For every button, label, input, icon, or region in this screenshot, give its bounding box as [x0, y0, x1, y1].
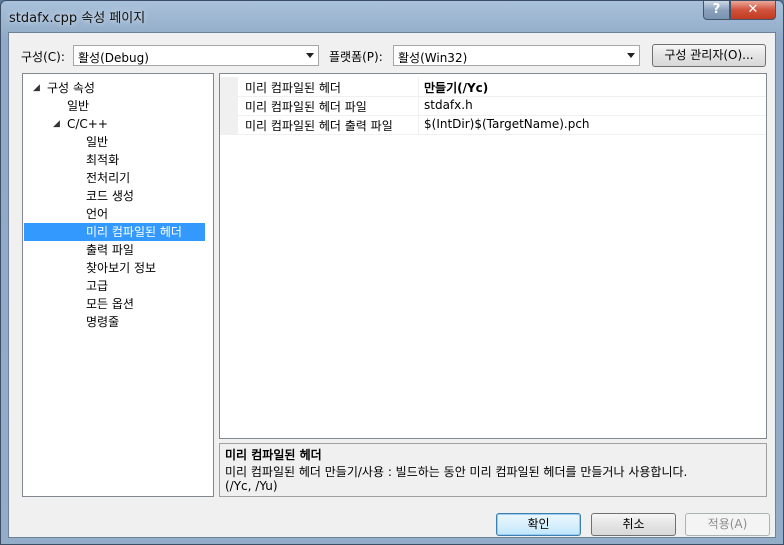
tree-item-optimization[interactable]: 최적화 [86, 151, 119, 169]
tree-item-advanced[interactable]: 고급 [86, 277, 108, 295]
column-divider [418, 77, 419, 96]
apply-button[interactable]: 적용(A) [685, 513, 770, 536]
configuration-label: 구성(C): [21, 50, 65, 64]
expand-arrow-icon[interactable]: ◢ [33, 79, 40, 97]
tree-item-precompiled-headers[interactable]: 미리 컴파일된 헤더 [24, 223, 205, 241]
chevron-down-icon [306, 53, 314, 58]
property-name: 미리 컴파일된 헤더 파일 [245, 100, 367, 114]
tree-item-language[interactable]: 언어 [86, 205, 108, 223]
row-margin [220, 96, 238, 115]
platform-value: 활성(Win32) [398, 51, 468, 65]
description-panel: 미리 컴파일된 헤더 미리 컴파일된 헤더 만들기/사용 : 빌드하는 동안 미… [219, 443, 767, 497]
tree-item-all-options[interactable]: 모든 옵션 [86, 295, 134, 313]
configuration-manager-button[interactable]: 구성 관리자(O)... [652, 44, 766, 67]
configuration-combo[interactable]: 활성(Debug) [73, 45, 319, 66]
property-value[interactable]: 만들기(/Yc) [424, 79, 488, 96]
expand-arrow-icon[interactable]: ◢ [53, 115, 60, 133]
tree-item-command-line[interactable]: 명령줄 [86, 313, 119, 331]
window-title: stdafx.cpp 속성 페이지 [9, 11, 146, 26]
property-tree: ◢ 구성 속성 일반 ◢ C/C++ 일반 최적화 전처리기 코드 생성 언어 … [22, 73, 214, 497]
property-name: 미리 컴파일된 헤더 출력 파일 [245, 119, 393, 133]
property-grid: 미리 컴파일된 헤더 만들기(/Yc) 미리 컴파일된 헤더 파일 stdafx… [219, 73, 767, 439]
configuration-value: 활성(Debug) [78, 51, 149, 65]
tree-item-preprocessor[interactable]: 전처리기 [86, 169, 130, 187]
platform-combo[interactable]: 활성(Win32) [393, 45, 640, 66]
tree-item-browse-information[interactable]: 찾아보기 정보 [86, 259, 156, 277]
help-button[interactable]: ? [703, 1, 730, 20]
description-title: 미리 컴파일된 헤더 [225, 448, 322, 462]
property-row-precompiled-header-file[interactable]: 미리 컴파일된 헤더 파일 stdafx.h [220, 96, 766, 116]
property-row-precompiled-header[interactable]: 미리 컴파일된 헤더 만들기(/Yc) [220, 77, 766, 97]
property-pages-window: stdafx.cpp 속성 페이지 ? ✕ 구성(C): 활성(Debug) 플… [0, 0, 784, 545]
property-value[interactable]: $(IntDir)$(TargetName).pch [424, 117, 590, 131]
dialog-client-area: 구성(C): 활성(Debug) 플랫폼(P): 활성(Win32) 구성 관리… [8, 32, 776, 538]
column-divider [418, 115, 419, 134]
tree-item-cpp-general[interactable]: 일반 [86, 133, 108, 151]
platform-label: 플랫폼(P): [329, 50, 383, 64]
tree-item-output-files[interactable]: 출력 파일 [86, 241, 134, 259]
tree-item-general[interactable]: 일반 [67, 97, 89, 115]
description-body: 미리 컴파일된 헤더 만들기/사용 : 빌드하는 동안 미리 컴파일된 헤더를 … [225, 465, 688, 479]
ok-button[interactable]: 확인 [496, 513, 581, 536]
tree-item-label: 구성 속성 [47, 81, 95, 95]
property-row-precompiled-header-output-file[interactable]: 미리 컴파일된 헤더 출력 파일 $(IntDir)$(TargetName).… [220, 115, 766, 135]
row-margin [220, 77, 238, 96]
property-name: 미리 컴파일된 헤더 [245, 81, 341, 95]
close-button[interactable]: ✕ [730, 1, 776, 20]
title-bar[interactable]: stdafx.cpp 속성 페이지 ? ✕ [1, 1, 783, 31]
property-value[interactable]: stdafx.h [424, 98, 473, 112]
tree-item-label: C/C++ [67, 117, 108, 131]
column-divider [418, 96, 419, 115]
tree-item-code-generation[interactable]: 코드 생성 [86, 187, 134, 205]
cancel-button[interactable]: 취소 [591, 513, 676, 536]
description-switches: (/Yc, /Yu) [225, 479, 278, 493]
row-margin [220, 115, 238, 134]
chevron-down-icon [627, 53, 635, 58]
